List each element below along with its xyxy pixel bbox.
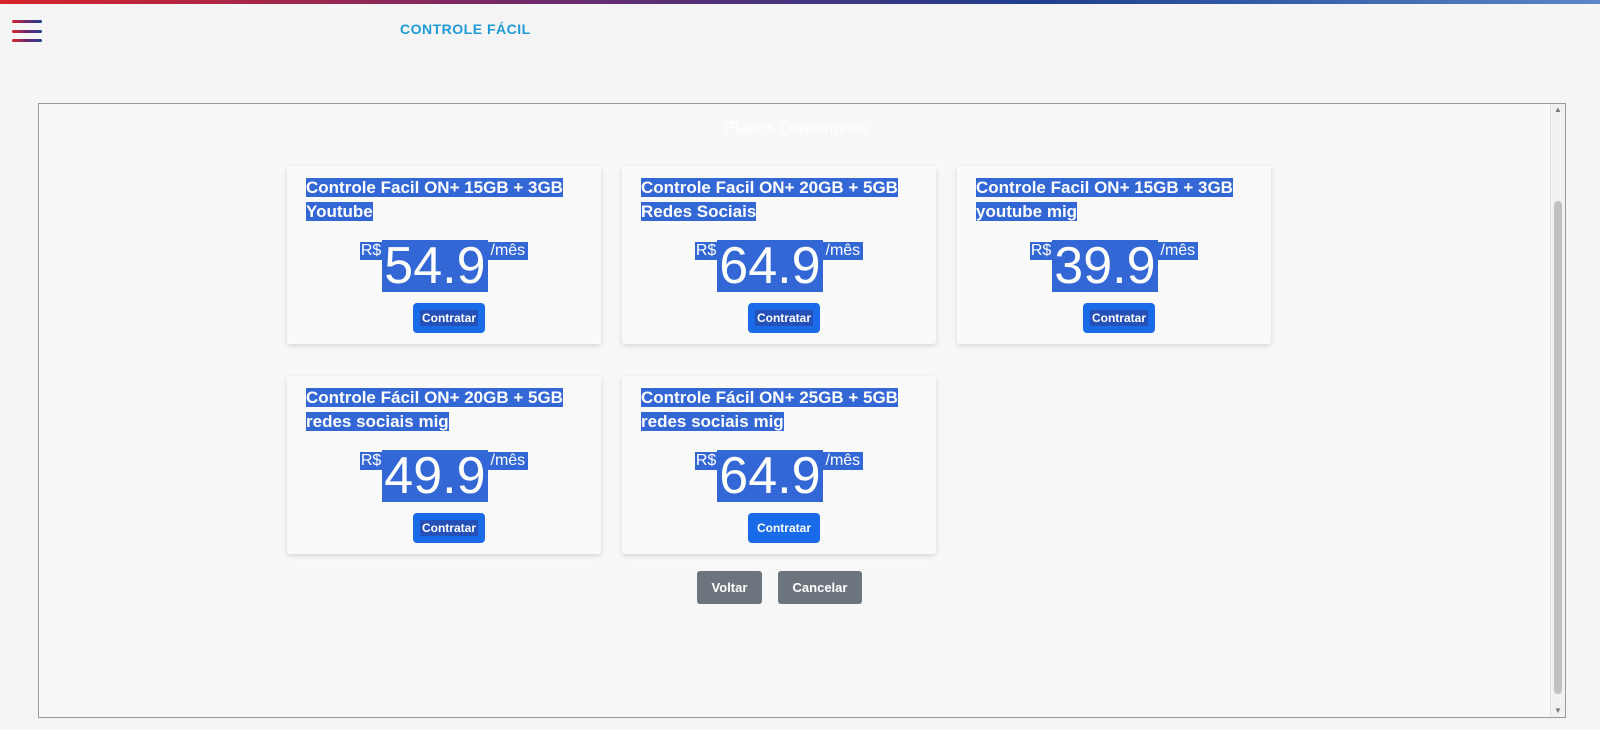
price-period: /mês [1157, 242, 1199, 260]
scroll-up-arrow-icon[interactable]: ▲ [1554, 106, 1562, 114]
contratar-button[interactable]: Contratar [748, 303, 820, 333]
section-title: Planos Disponíveis [723, 118, 869, 137]
menu-line [12, 29, 42, 33]
plan-price: R$ 49.9 /mês [287, 450, 601, 502]
price-currency: R$ [694, 452, 718, 470]
price-period: /mês [822, 452, 864, 470]
scroll-down-arrow-icon[interactable]: ▼ [1554, 707, 1562, 715]
price-amount: 49.9 [382, 447, 488, 505]
vertical-scrollbar[interactable]: ▲ ▼ [1550, 104, 1565, 717]
back-button[interactable]: Voltar [697, 571, 762, 604]
app-title: CONTROLE FÁCIL [400, 21, 531, 37]
price-amount: 64.9 [717, 447, 823, 505]
price-period: /mês [487, 242, 529, 260]
contratar-button[interactable]: Contratar [1083, 303, 1155, 333]
price-currency: R$ [359, 452, 383, 470]
contratar-button[interactable]: Contratar [748, 513, 820, 543]
menu-line [12, 20, 42, 23]
plan-price: R$ 64.9 /mês [622, 240, 936, 292]
plan-price: R$ 39.9 /mês [957, 240, 1271, 292]
scroll-thumb[interactable] [1554, 201, 1562, 694]
menu-line [12, 39, 42, 42]
plan-price: R$ 54.9 /mês [287, 240, 601, 292]
price-currency: R$ [359, 242, 383, 260]
price-amount: 39.9 [1052, 237, 1158, 295]
plan-card: Controle Facil ON+ 15GB + 3GB Youtube R$… [287, 166, 601, 344]
top-gradient-bar [0, 0, 1600, 4]
cancel-button[interactable]: Cancelar [778, 571, 862, 604]
plan-title: Controle Fácil ON+ 20GB + 5GB redes soci… [306, 388, 563, 431]
price-amount: 64.9 [717, 237, 823, 295]
plan-card: Controle Fácil ON+ 20GB + 5GB redes soci… [287, 376, 601, 554]
plan-price: R$ 64.9 /mês [622, 450, 936, 502]
plan-card: Controle Fácil ON+ 25GB + 5GB redes soci… [622, 376, 936, 554]
price-currency: R$ [1029, 242, 1053, 260]
plan-title: Controle Facil ON+ 15GB + 3GB youtube mi… [976, 178, 1233, 221]
price-currency: R$ [694, 242, 718, 260]
price-amount: 54.9 [382, 237, 488, 295]
price-period: /mês [822, 242, 864, 260]
plan-title: Controle Fácil ON+ 25GB + 5GB redes soci… [641, 388, 898, 431]
plan-title: Controle Facil ON+ 15GB + 3GB Youtube [306, 178, 563, 221]
plan-card: Controle Facil ON+ 20GB + 5GB Redes Soci… [622, 166, 936, 344]
contratar-button[interactable]: Contratar [413, 303, 485, 333]
price-period: /mês [487, 452, 529, 470]
contratar-button[interactable]: Contratar [413, 513, 485, 543]
plan-title: Controle Facil ON+ 20GB + 5GB Redes Soci… [641, 178, 898, 221]
hamburger-menu-icon[interactable] [12, 20, 42, 42]
plan-card: Controle Facil ON+ 15GB + 3GB youtube mi… [957, 166, 1271, 344]
plans-frame: ▲ ▼ Planos Disponíveis Controle Facil ON… [38, 103, 1566, 718]
